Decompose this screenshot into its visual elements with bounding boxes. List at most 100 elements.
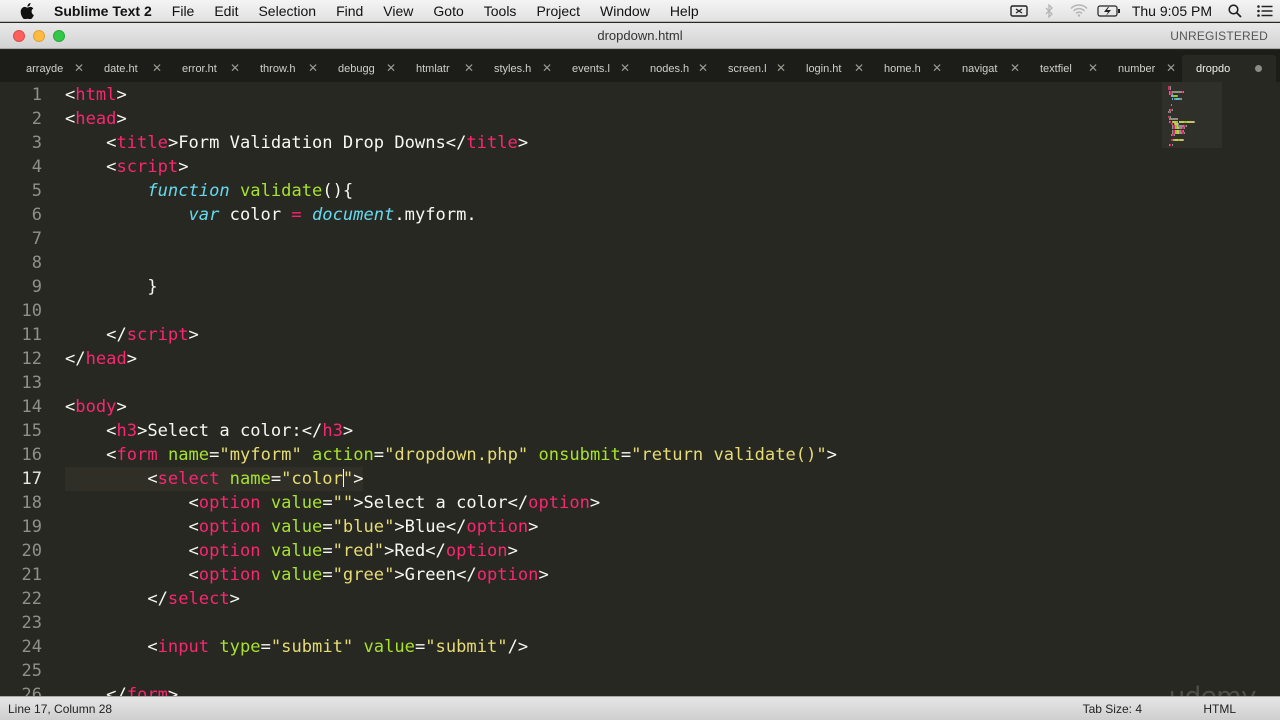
tab-file[interactable]: number ✕ (1104, 55, 1190, 82)
wifi-icon[interactable] (1064, 4, 1094, 17)
line-number-current: 17 (21, 469, 42, 489)
code-token: = (620, 445, 632, 465)
close-tab-icon[interactable]: ✕ (152, 61, 162, 75)
tab-file[interactable]: nodes.h ✕ (636, 55, 722, 82)
code-line[interactable]: <body> (65, 395, 127, 419)
close-tab-icon[interactable]: ✕ (1088, 61, 1098, 75)
close-tab-icon[interactable]: ✕ (932, 61, 942, 75)
unsaved-dot-icon[interactable] (1255, 65, 1262, 72)
menu-window[interactable]: Window (590, 3, 660, 19)
tab-file[interactable]: arrayde ✕ (12, 55, 98, 82)
close-tab-icon[interactable]: ✕ (776, 61, 786, 75)
code-token: < (65, 421, 117, 441)
close-tab-icon[interactable]: ✕ (854, 61, 864, 75)
code-token: "submit" (425, 637, 508, 657)
minimap[interactable] (1168, 86, 1220, 148)
tab-file[interactable]: htmlatr ✕ (402, 55, 488, 82)
code-line[interactable]: <form name="myform" action="dropdown.php… (65, 443, 837, 467)
close-tab-icon[interactable]: ✕ (74, 61, 84, 75)
code-editor[interactable]: 1 2 3 4 5 6 7 8 9 10 11 12 13 14 15 16 1… (0, 82, 1280, 696)
menu-tools[interactable]: Tools (474, 3, 527, 19)
code-token: option (466, 517, 529, 537)
code-line[interactable]: <select name="color"> (65, 467, 364, 491)
notification-center-icon[interactable] (1250, 4, 1280, 17)
code-line[interactable]: </script> (65, 323, 199, 347)
code-line[interactable]: </form> (65, 683, 178, 696)
close-tab-icon[interactable]: ✕ (620, 61, 630, 75)
close-tab-icon[interactable]: ✕ (386, 61, 396, 75)
screen-record-icon[interactable] (1004, 4, 1034, 17)
clock[interactable]: Thu 9:05 PM (1124, 3, 1220, 19)
code-token: } (65, 277, 158, 297)
menu-help[interactable]: Help (660, 3, 709, 19)
tab-file[interactable]: screen.l ✕ (714, 55, 800, 82)
code-line[interactable]: <option value="blue">Blue</option> (65, 515, 538, 539)
tab-label: nodes.h (650, 62, 690, 75)
license-status: UNREGISTERED (1170, 29, 1268, 43)
code-line[interactable]: <head> (65, 107, 127, 131)
menu-edit[interactable]: Edit (204, 3, 248, 19)
tab-file[interactable]: textfiel ✕ (1026, 55, 1112, 82)
line-number: 15 (21, 421, 42, 441)
code-line[interactable]: <script> (65, 155, 188, 179)
code-line[interactable]: </select> (65, 587, 240, 611)
code-line[interactable]: function validate(){ (65, 179, 353, 203)
tab-file[interactable]: events.l ✕ (558, 55, 644, 82)
close-tab-icon[interactable]: ✕ (1166, 61, 1176, 75)
code-token: "gree" (332, 565, 395, 585)
menu-file[interactable]: File (162, 3, 205, 19)
code-line[interactable]: <h3>Select a color:</h3> (65, 419, 353, 443)
close-tab-icon[interactable]: ✕ (1010, 61, 1020, 75)
menu-selection[interactable]: Selection (248, 3, 326, 19)
menu-find[interactable]: Find (326, 3, 373, 19)
menu-project[interactable]: Project (526, 3, 590, 19)
menu-view[interactable]: View (373, 3, 423, 19)
tab-size-selector[interactable]: Tab Size: 4 (1083, 702, 1142, 716)
battery-icon[interactable] (1094, 4, 1124, 17)
code-token: "submit" (270, 637, 354, 657)
bluetooth-icon[interactable] (1034, 3, 1064, 18)
tab-label: number (1118, 62, 1156, 75)
tab-file[interactable]: styles.h ✕ (480, 55, 566, 82)
code-token: validate (239, 181, 323, 201)
close-tab-icon[interactable]: ✕ (308, 61, 318, 75)
tab-file[interactable]: debugg ✕ (324, 55, 410, 82)
close-tab-icon[interactable]: ✕ (698, 61, 708, 75)
code-token: head (85, 349, 127, 369)
code-token: value (270, 493, 323, 513)
code-line[interactable]: <html> (65, 83, 127, 107)
menu-goto[interactable]: Goto (423, 3, 473, 19)
code-line[interactable]: <option value="red">Red</option> (65, 539, 517, 563)
syntax-selector[interactable]: HTML (1203, 702, 1236, 716)
code-line[interactable]: <input type="submit" value="submit"/> (65, 635, 528, 659)
code-token: < (65, 637, 158, 657)
close-tab-icon[interactable]: ✕ (542, 61, 552, 75)
app-menu[interactable]: Sublime Text 2 (54, 3, 162, 19)
apple-icon[interactable] (20, 2, 38, 19)
tab-file[interactable]: error.ht ✕ (168, 55, 254, 82)
code-token: > (353, 469, 364, 489)
line-number: 16 (21, 445, 42, 465)
tab-file[interactable]: navigat ✕ (948, 55, 1034, 82)
code-line[interactable]: <option value="gree">Green</option> (65, 563, 548, 587)
code-token: > (342, 421, 354, 441)
code-line[interactable]: var color = document.myform. (65, 203, 477, 227)
tab-file[interactable]: throw.h ✕ (246, 55, 332, 82)
code-token: form (116, 445, 158, 465)
tab-file[interactable]: login.ht ✕ (792, 55, 878, 82)
tab-file[interactable]: home.h ✕ (870, 55, 956, 82)
tab-file[interactable]: date.ht ✕ (90, 55, 176, 82)
code-text-area[interactable]: <html> <head> <title>Form Validation Drop… (65, 82, 1175, 696)
code-token: name (229, 469, 271, 489)
close-tab-icon[interactable]: ✕ (230, 61, 240, 75)
tab-active-file[interactable]: dropdo (1182, 55, 1276, 82)
code-line[interactable]: <title>Form Validation Drop Downs</title… (65, 131, 528, 155)
close-tab-icon[interactable]: ✕ (464, 61, 474, 75)
code-line[interactable]: <option value="">Select a color</option> (65, 491, 600, 515)
spotlight-search-icon[interactable] (1220, 3, 1250, 18)
code-token: title (116, 133, 168, 153)
code-line[interactable]: </head> (65, 347, 137, 371)
code-line[interactable]: } (65, 275, 158, 299)
